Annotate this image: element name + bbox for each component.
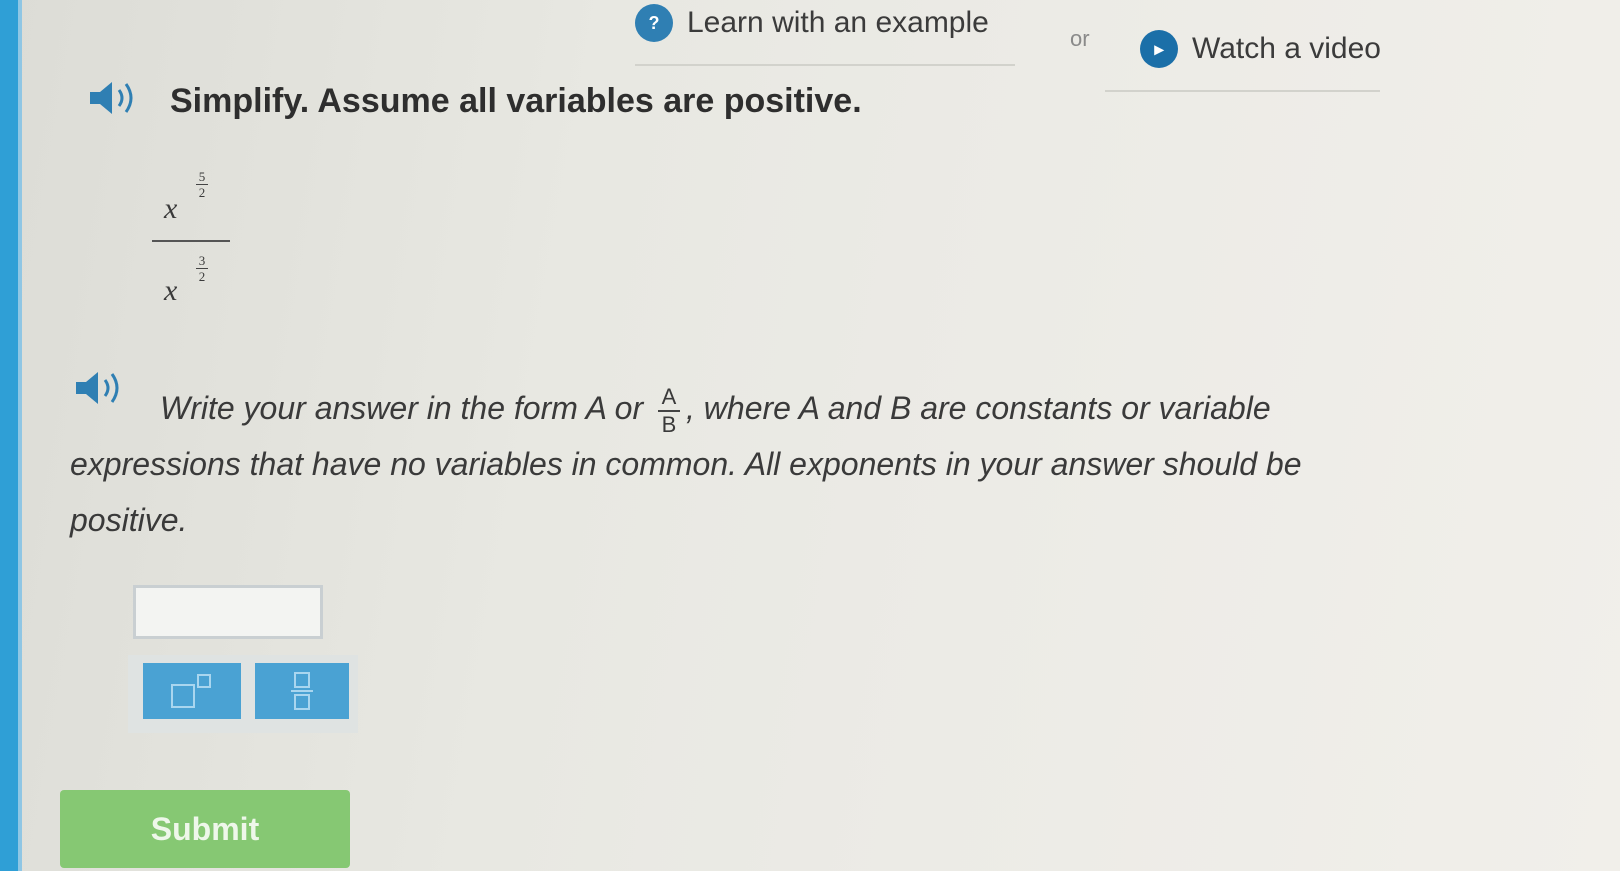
help-links: ? Learn with an example or ▸ Watch a vid… — [635, 2, 1415, 92]
inline-fraction-den: B — [661, 411, 677, 437]
numerator-exponent-num: 5 — [198, 169, 206, 184]
speaker-icon[interactable] — [86, 78, 140, 118]
learn-with-example-link[interactable]: ? Learn with an example — [635, 4, 989, 42]
denominator-exponent: 3 2 — [196, 254, 208, 283]
instruction-text-b: , where A and B are constants or variabl… — [686, 390, 1271, 426]
fraction-template-icon — [291, 672, 313, 710]
inline-fraction-a-over-b: AB — [658, 383, 680, 437]
exponent-template-button[interactable] — [143, 663, 241, 719]
inline-fraction-num: A — [661, 383, 677, 409]
left-edge-bar-light — [18, 0, 22, 871]
video-link-underline — [1105, 90, 1380, 92]
submit-button[interactable]: Submit — [60, 790, 350, 868]
instruction-line-3: positive. — [70, 502, 188, 538]
left-edge-bar — [0, 0, 18, 871]
or-separator: or — [1070, 26, 1090, 51]
play-icon: ▸ — [1140, 30, 1178, 68]
numerator-base: x — [164, 192, 178, 225]
learn-with-example-label: Learn with an example — [687, 6, 989, 39]
watch-video-link[interactable]: ▸ Watch a video — [1140, 30, 1381, 68]
answer-input[interactable] — [133, 585, 323, 639]
math-toolbar — [128, 655, 358, 733]
watch-video-label: Watch a video — [1192, 32, 1381, 65]
lightbulb-icon: ? — [635, 4, 673, 42]
numerator-exponent-den: 2 — [198, 185, 206, 200]
numerator-exponent: 5 2 — [196, 170, 208, 199]
exponent-template-icon — [171, 674, 211, 708]
fraction-bar — [152, 240, 230, 242]
fraction-template-button[interactable] — [255, 663, 349, 719]
denominator-base: x — [164, 274, 178, 307]
question-title: Simplify. Assume all variables are posit… — [170, 82, 862, 120]
instruction-text-a: Write your answer in the form A or — [160, 390, 652, 426]
denominator-exponent-den: 2 — [198, 269, 206, 284]
instruction-line-2: expressions that have no variables in co… — [70, 446, 1302, 482]
instructions: Write your answer in the form A or AB, w… — [70, 380, 1550, 548]
denominator-exponent-num: 3 — [198, 253, 206, 268]
learn-link-underline — [635, 64, 1015, 66]
expression-fraction: x 5 2 x 3 2 — [150, 168, 240, 308]
instruction-line-1: Write your answer in the form A or AB, w… — [70, 380, 1550, 436]
